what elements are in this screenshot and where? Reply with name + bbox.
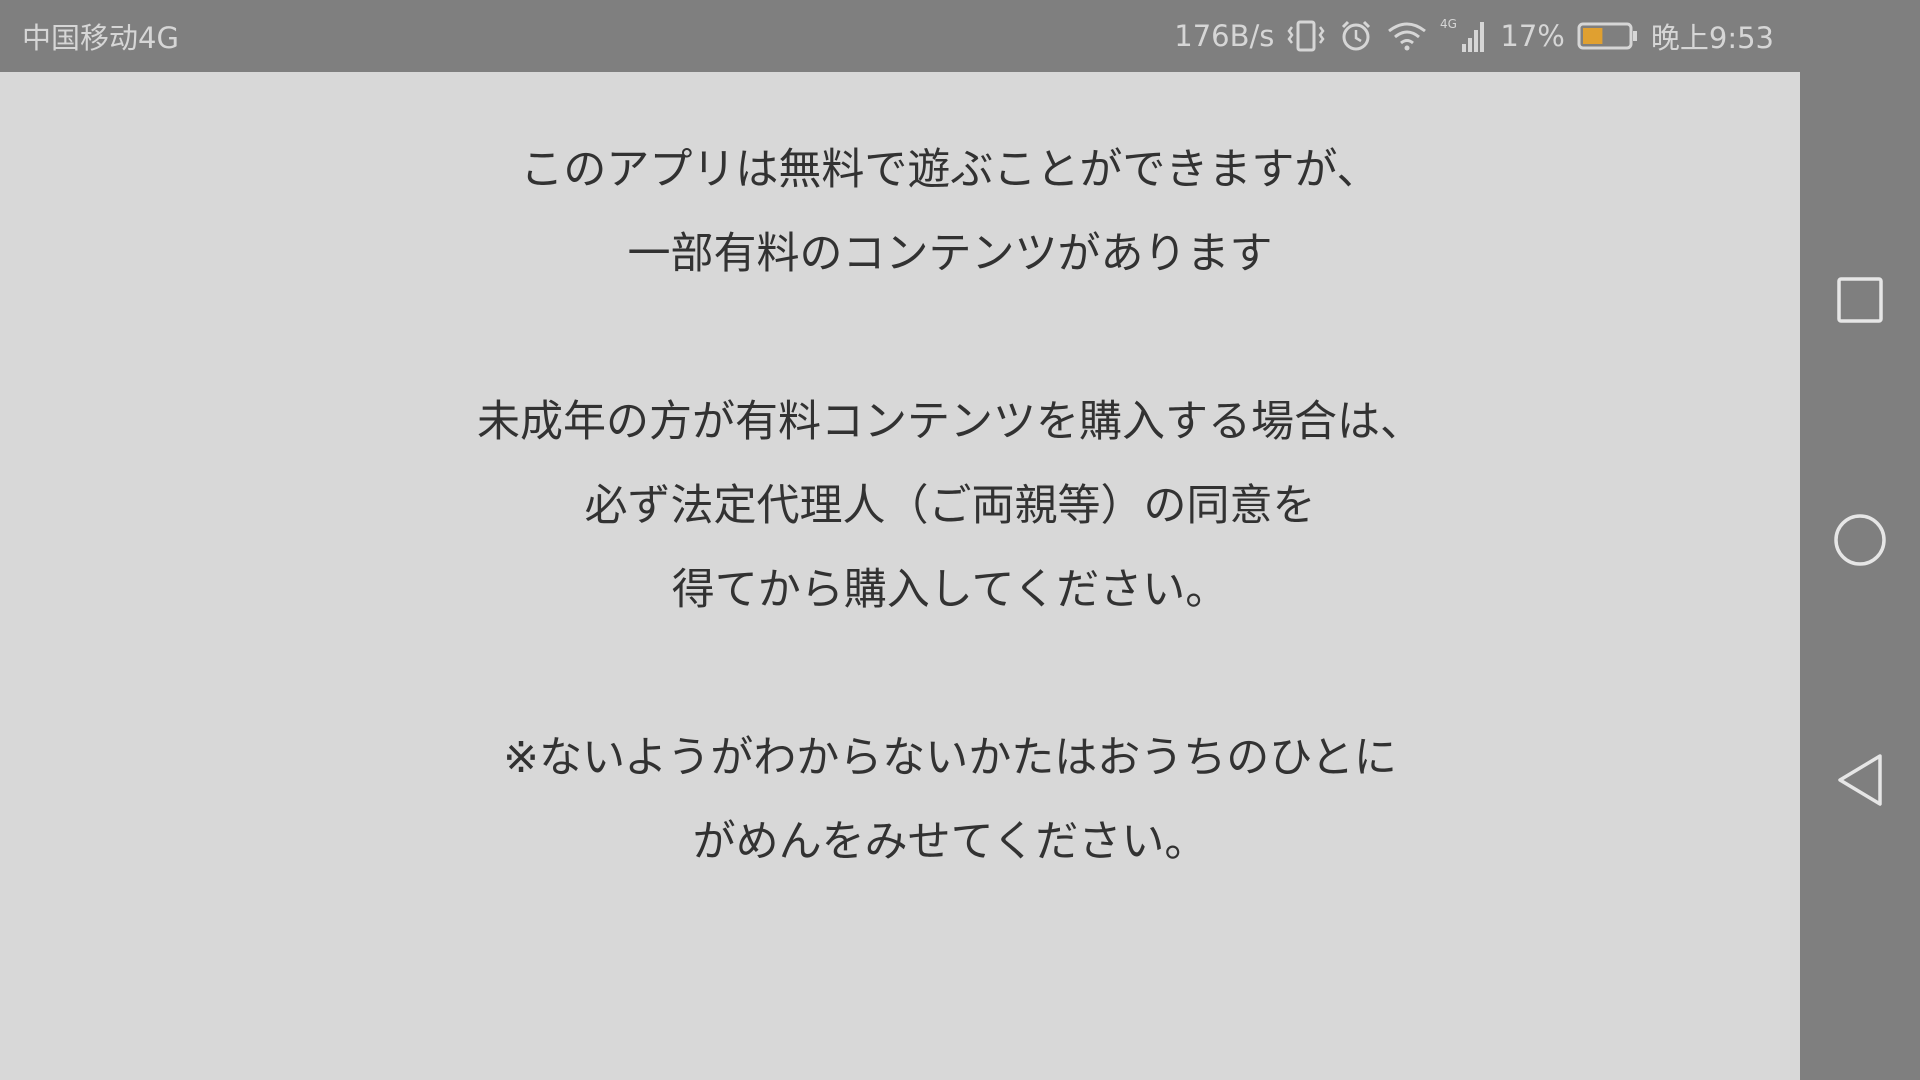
notice-line-show-screen: がめんをみせてください。 xyxy=(692,817,1208,867)
vibrate-icon xyxy=(1286,19,1326,53)
notice-line-kids-hint: ※ないようがわからないかたはおうちのひとに xyxy=(503,733,1397,783)
net-speed-label: 176B/s xyxy=(1174,19,1275,53)
notice-line-guardian-consent: 必ず法定代理人（ご両親等）の同意を xyxy=(584,481,1316,531)
home-button[interactable] xyxy=(1800,480,1920,600)
clock-label: 晚上9:53 xyxy=(1650,21,1774,55)
battery-percent-label: 17% xyxy=(1500,19,1565,53)
battery-icon xyxy=(1577,19,1639,53)
wifi-icon xyxy=(1386,19,1428,53)
back-triangle-icon xyxy=(1838,754,1882,806)
notice-line-paid-content: 一部有料のコンテンツがあります xyxy=(627,229,1273,279)
status-bar: 中国移动4G 176B/s 4G 17% 晚上9:53 xyxy=(0,0,1800,72)
notice-spacer xyxy=(0,296,1900,380)
alarm-icon xyxy=(1338,19,1374,53)
notice-line-free-to-play: このアプリは無料で遊ぶことができますが、 xyxy=(520,145,1380,195)
purchase-notice: このアプリは無料で遊ぶことができますが、 一部有料のコンテンツがあります 未成年… xyxy=(0,128,1900,884)
circle-icon xyxy=(1834,514,1886,566)
square-icon xyxy=(1837,277,1883,323)
navigation-bar xyxy=(1800,0,1920,1080)
device-screen: 中国移动4G 176B/s 4G 17% 晚上9:53 このアプリは無料で遊ぶこ… xyxy=(0,0,1920,1080)
recent-apps-button[interactable] xyxy=(1800,240,1920,360)
carrier-label: 中国移动4G xyxy=(22,21,179,55)
back-button[interactable] xyxy=(1800,720,1920,840)
notice-panel: このアプリは無料で遊ぶことができますが、 一部有料のコンテンツがあります 未成年… xyxy=(0,72,1800,1080)
notice-line-minors: 未成年の方が有料コンテンツを購入する場合は、 xyxy=(477,397,1423,447)
network-type-label: 4G xyxy=(1440,17,1457,31)
notice-line-before-purchase: 得てから購入してください。 xyxy=(671,565,1229,615)
notice-spacer xyxy=(0,632,1900,716)
cellular-signal-icon: 4G xyxy=(1440,16,1488,56)
